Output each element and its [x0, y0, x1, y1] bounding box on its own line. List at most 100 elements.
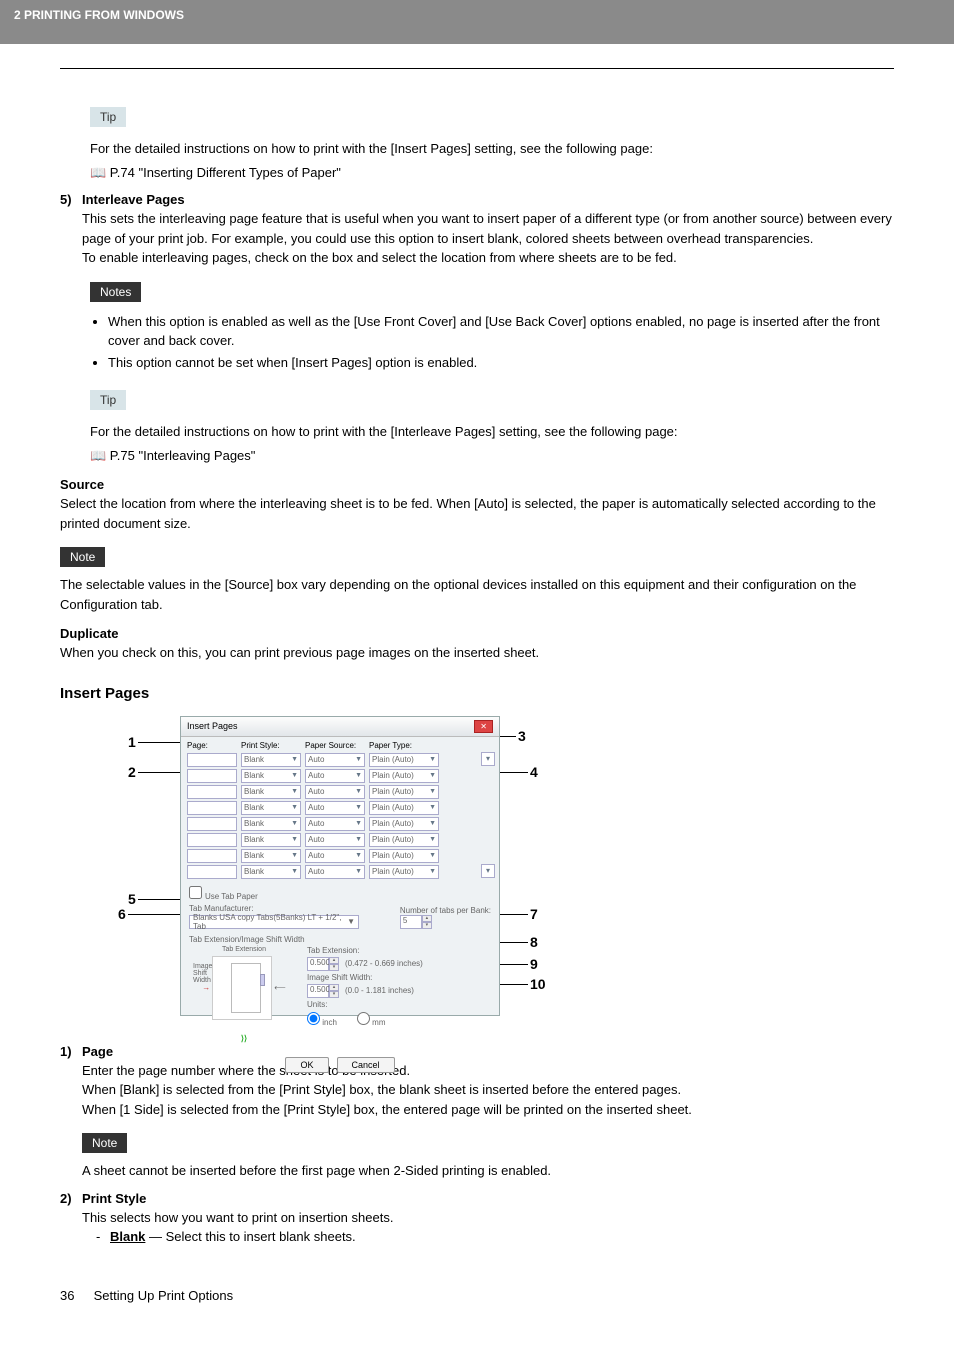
units-mm-radio[interactable] [357, 1012, 370, 1025]
callout-1: 1 [128, 734, 136, 750]
callout-3: 3 [518, 728, 526, 744]
col-printstyle: Print Style: [241, 741, 301, 750]
papersource-dropdown[interactable]: Auto▼ [305, 769, 365, 783]
page-input[interactable] [187, 849, 237, 863]
img-shift-spinner[interactable]: 0.500▴▾ [307, 984, 339, 998]
papersource-dropdown[interactable]: Auto▼ [305, 785, 365, 799]
printstyle-dropdown[interactable]: Blank▼ [241, 849, 301, 863]
printstyle-dropdown[interactable]: Blank▼ [241, 753, 301, 767]
page-footer: 36 Setting Up Print Options [0, 1278, 954, 1323]
table-row: Blank▼ Auto▼ Plain (Auto)▼ [181, 848, 499, 864]
page-input[interactable] [187, 865, 237, 879]
chevron-down-icon: ▼ [347, 917, 355, 926]
col-papertype: Paper Type: [369, 741, 439, 750]
item-2: 2)Print Style [60, 1191, 894, 1206]
num-tabs-spinner[interactable]: 5▴▾ [400, 915, 432, 929]
source-p: Select the location from where the inter… [60, 494, 894, 533]
insert-pages-dialog: Insert Pages ✕ Page: Print Style: Paper … [180, 716, 500, 1016]
papersource-dropdown[interactable]: Auto▼ [305, 753, 365, 767]
diagram-tab-ext-label: Tab Extension [189, 946, 299, 953]
printstyle-dropdown[interactable]: Blank▼ [241, 801, 301, 815]
printstyle-dropdown[interactable]: Blank▼ [241, 865, 301, 879]
tab-ext-spinner[interactable]: 0.500▴▾ [307, 957, 339, 971]
notes-badge: Notes [90, 282, 141, 302]
spin-down-icon[interactable]: ▾ [422, 922, 432, 929]
page-input[interactable] [187, 833, 237, 847]
close-icon[interactable]: ✕ [474, 720, 493, 733]
page-input[interactable] [187, 817, 237, 831]
printstyle-dropdown[interactable]: Blank▼ [241, 785, 301, 799]
note-badge-1: Note [60, 547, 105, 567]
papertype-dropdown[interactable]: Plain (Auto)▼ [369, 769, 439, 783]
tab-ext-range: (0.472 - 0.669 inches) [345, 959, 423, 968]
page-input[interactable] [187, 785, 237, 799]
dialog-buttons: OK Cancel [181, 1049, 499, 1081]
printstyle-dropdown[interactable]: Blank▼ [241, 833, 301, 847]
num-tabs-label: Number of tabs per Bank: [400, 906, 491, 915]
top-rule [60, 68, 894, 69]
col-page: Page: [187, 741, 237, 750]
papersource-dropdown[interactable]: Auto▼ [305, 801, 365, 815]
item-1-num: 1) [60, 1044, 82, 1059]
col-papersource: Paper Source: [305, 741, 365, 750]
tip2-line2: 📖 P.75 "Interleaving Pages" [90, 446, 894, 466]
papertype-dropdown[interactable]: Plain (Auto)▼ [369, 817, 439, 831]
notes-bullet-1: When this option is enabled as well as t… [108, 312, 894, 351]
page-input[interactable] [187, 801, 237, 815]
row-side-button[interactable]: ▾ [481, 864, 495, 878]
dash-item-blank: -Blank — Select this to insert blank she… [96, 1229, 894, 1244]
tip-badge-2: Tip [90, 390, 126, 410]
arrow-right-icon: → [202, 983, 210, 992]
page-content: Tip For the detailed instructions on how… [0, 44, 954, 1278]
dash-blank-rest: — Select this to insert blank sheets. [145, 1229, 355, 1244]
callout-7: 7 [530, 906, 538, 922]
papersource-dropdown[interactable]: Auto▼ [305, 865, 365, 879]
callout-5: 5 [128, 891, 136, 907]
table-row: Blank▼ Auto▼ Plain (Auto)▼ [181, 768, 499, 784]
chevron-down-icon: ▼ [429, 756, 436, 763]
insert-pages-head: Insert Pages [60, 685, 894, 702]
papertype-dropdown[interactable]: Plain (Auto)▼ [369, 785, 439, 799]
papersource-dropdown[interactable]: Auto▼ [305, 849, 365, 863]
table-row: Blank▼ Auto▼ Plain (Auto)▼ ▾ [181, 864, 499, 880]
papertype-dropdown[interactable]: Plain (Auto)▼ [369, 833, 439, 847]
item5-p1: This sets the interleaving page feature … [82, 209, 894, 248]
tip-badge-1: Tip [90, 107, 126, 127]
img-shift-label: Image Shift Width: [307, 973, 491, 982]
item-2-title: Print Style [82, 1191, 146, 1206]
duplicate-head: Duplicate [60, 626, 894, 641]
papertype-dropdown[interactable]: Plain (Auto)▼ [369, 801, 439, 815]
notes-list: When this option is enabled as well as t… [108, 312, 894, 373]
callout-4: 4 [530, 764, 538, 780]
dialog-titlebar: Insert Pages ✕ [181, 717, 499, 737]
row-side-button[interactable]: ▾ [481, 752, 495, 766]
table-row: Blank▼ Auto▼ Plain (Auto)▼ [181, 784, 499, 800]
item-5-title: Interleave Pages [82, 192, 185, 207]
tab-diagram [212, 956, 272, 1020]
papersource-dropdown[interactable]: Auto▼ [305, 833, 365, 847]
papersource-dropdown[interactable]: Auto▼ [305, 817, 365, 831]
tab-mfr-dropdown[interactable]: Blanks USA copy Tabs(5Banks) LT + 1/2", … [189, 915, 359, 929]
note1-p: The selectable values in the [Source] bo… [60, 575, 894, 614]
cancel-button[interactable]: Cancel [337, 1057, 395, 1073]
units-inch-radio[interactable] [307, 1012, 320, 1025]
grid-rows: Blank▼ Auto▼ Plain (Auto)▼ ▾ Blank▼ Auto… [181, 752, 499, 880]
papertype-dropdown[interactable]: Plain (Auto)▼ [369, 753, 439, 767]
printstyle-dropdown[interactable]: Blank▼ [241, 769, 301, 783]
use-tab-checkbox[interactable] [189, 886, 202, 899]
ok-button[interactable]: OK [285, 1057, 328, 1073]
units-mm[interactable]: mm [357, 1012, 386, 1027]
page-input[interactable] [187, 753, 237, 767]
tip1-line2: 📖 P.74 "Inserting Different Types of Pap… [90, 163, 894, 183]
source-head: Source [60, 477, 894, 492]
dialog-title: Insert Pages [187, 721, 238, 731]
spin-up-icon[interactable]: ▴ [422, 915, 432, 922]
papertype-dropdown[interactable]: Plain (Auto)▼ [369, 849, 439, 863]
note-badge-2: Note [82, 1133, 127, 1153]
printstyle-dropdown[interactable]: Blank▼ [241, 817, 301, 831]
papertype-dropdown[interactable]: Plain (Auto)▼ [369, 865, 439, 879]
units-inch[interactable]: inch [307, 1012, 337, 1027]
page-input[interactable] [187, 769, 237, 783]
insert-pages-figure: 1 2 5 6 3 4 7 8 9 10 Insert Pages ✕ Page… [120, 716, 590, 1026]
item-2-num: 2) [60, 1191, 82, 1206]
